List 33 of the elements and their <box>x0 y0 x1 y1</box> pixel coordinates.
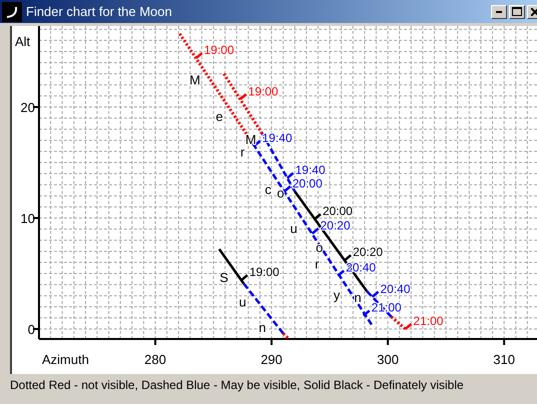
track-letter: r <box>314 256 320 272</box>
legend-text: Dotted Red - not visible, Dashed Blue - May be visible, Solid Black - Definately visible <box>9 377 465 394</box>
axis-tick-label: 310 <box>493 352 515 367</box>
track-letter: o <box>277 186 284 200</box>
track-letter: r <box>240 144 245 160</box>
axis-tick-label: 300 <box>376 352 399 367</box>
axis-title: Alt <box>15 34 30 49</box>
time-label: 20:00 <box>322 204 353 218</box>
track-letter: e <box>216 108 223 124</box>
time-label: 20:00 <box>292 176 322 190</box>
time-label: 20:20 <box>352 245 383 260</box>
track-letter: y <box>334 288 340 303</box>
track-letter: u <box>238 294 246 310</box>
track-letter: c <box>264 182 272 198</box>
window-title: Finder chart for the Moon <box>26 2 173 21</box>
track-letter: n <box>354 290 362 305</box>
time-label: 20:20 <box>320 218 350 233</box>
axis-title: Azimuth <box>42 352 89 367</box>
time-label: 20:40 <box>380 282 410 296</box>
axis-tick-label: 290 <box>260 352 282 367</box>
time-label: 19:00 <box>204 43 234 58</box>
track-letter: S <box>220 270 228 285</box>
time-label: 19:00 <box>248 84 278 98</box>
track-letter: n <box>258 320 266 335</box>
time-label: 21:00 <box>413 314 444 328</box>
axis-tick-label: 280 <box>144 352 166 367</box>
time-label: 19:00 <box>249 265 280 280</box>
track-letter: M <box>190 72 200 88</box>
time-label: 19:40 <box>262 130 292 145</box>
time-label: 19:40 <box>295 163 326 178</box>
axis-tick-label: 10 <box>20 211 35 226</box>
axis-tick-label: 20 <box>20 100 35 116</box>
track-letter: u <box>290 221 298 236</box>
